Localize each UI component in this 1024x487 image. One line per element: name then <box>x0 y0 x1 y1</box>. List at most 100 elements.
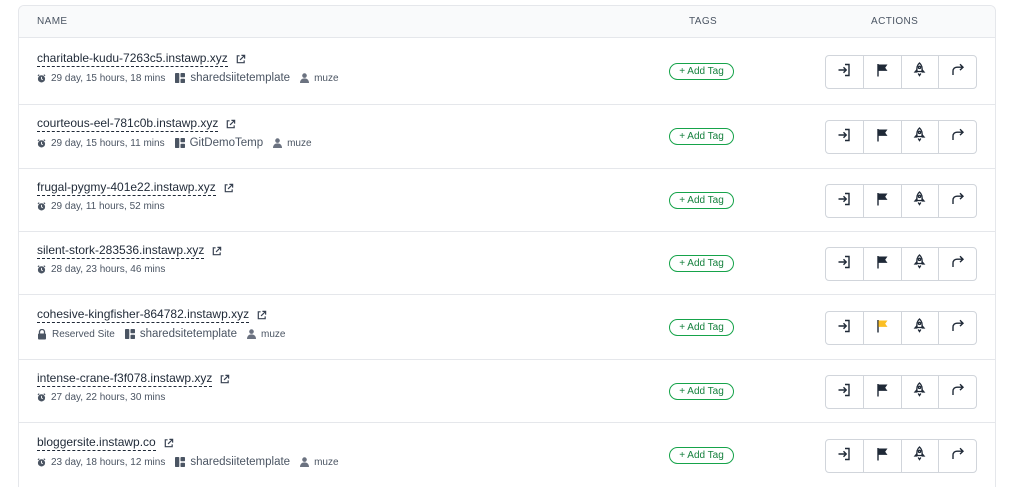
external-link-icon[interactable] <box>235 54 246 65</box>
flag-button[interactable] <box>864 248 902 280</box>
user-icon <box>273 138 283 148</box>
share-button[interactable] <box>939 312 976 344</box>
rocket-icon <box>913 254 926 274</box>
template-icon <box>175 457 186 467</box>
rocket-icon <box>913 382 926 402</box>
user-icon <box>246 329 256 339</box>
share-icon <box>951 63 965 81</box>
add-tag-button[interactable]: + Add Tag <box>669 128 734 145</box>
site-link[interactable]: intense-crane-f3f078.instawp.xyz <box>37 371 213 387</box>
deploy-button[interactable] <box>902 121 940 153</box>
external-link-icon[interactable] <box>225 119 236 130</box>
flag-button[interactable] <box>864 121 902 153</box>
sites-table: NAME TAGS ACTIONS charitable-kudu-7263c5… <box>18 5 996 487</box>
external-link-icon[interactable] <box>219 374 230 385</box>
clock-icon <box>37 265 46 274</box>
flag-button[interactable] <box>864 312 902 344</box>
expiry-time: 23 day, 18 hours, 12 mins <box>51 456 166 468</box>
share-button[interactable] <box>939 121 976 153</box>
action-group <box>825 439 977 473</box>
user-icon <box>300 73 310 83</box>
rocket-icon <box>913 446 926 466</box>
add-tag-button[interactable]: + Add Tag <box>669 319 734 336</box>
add-tag-button[interactable]: + Add Tag <box>669 192 734 209</box>
action-group <box>825 311 977 345</box>
template-name: sharedsiitetemplate <box>190 72 291 84</box>
share-button[interactable] <box>939 440 976 472</box>
add-tag-button[interactable]: + Add Tag <box>669 63 734 80</box>
login-button[interactable] <box>826 121 864 153</box>
add-tag-button[interactable]: + Add Tag <box>669 255 734 272</box>
flag-button[interactable] <box>864 376 902 408</box>
share-button[interactable] <box>939 185 976 217</box>
site-link[interactable]: cohesive-kingfisher-864782.instawp.xyz <box>37 307 250 323</box>
expiry-time: 29 day, 11 hours, 52 mins <box>51 201 165 212</box>
share-icon <box>951 447 965 465</box>
login-button[interactable] <box>826 376 864 408</box>
table-row: intense-crane-f3f078.instawp.xyz 27 day, … <box>19 360 995 423</box>
share-icon <box>951 319 965 337</box>
action-group <box>825 184 977 218</box>
external-link-icon[interactable] <box>211 246 222 257</box>
flag-button[interactable] <box>864 56 902 88</box>
header-actions: ACTIONS <box>871 16 919 27</box>
login-button[interactable] <box>826 56 864 88</box>
flag-button[interactable] <box>864 440 902 472</box>
login-icon <box>837 192 851 211</box>
rocket-icon <box>913 191 926 211</box>
login-button[interactable] <box>826 440 864 472</box>
table-row: cohesive-kingfisher-864782.instawp.xyz Re… <box>19 295 995 360</box>
external-link-icon[interactable] <box>163 438 174 449</box>
external-link-icon[interactable] <box>223 183 234 194</box>
deploy-button[interactable] <box>902 376 940 408</box>
clock-icon <box>37 202 46 211</box>
clock-icon <box>37 138 46 148</box>
share-button[interactable] <box>939 56 976 88</box>
site-link[interactable]: bloggersite.instawp.co <box>37 435 156 451</box>
login-icon <box>837 63 851 82</box>
site-link[interactable]: frugal-pygmy-401e22.instawp.xyz <box>37 180 216 196</box>
share-icon <box>951 192 965 210</box>
deploy-button[interactable] <box>902 185 940 217</box>
login-button[interactable] <box>826 312 864 344</box>
share-icon <box>951 255 965 273</box>
user-name: muze <box>314 456 339 468</box>
action-group <box>825 55 977 89</box>
deploy-button[interactable] <box>902 56 940 88</box>
rocket-icon <box>913 62 926 82</box>
template-icon <box>124 329 135 339</box>
flag-button[interactable] <box>864 185 902 217</box>
action-group <box>825 247 977 281</box>
deploy-button[interactable] <box>902 312 940 344</box>
deploy-button[interactable] <box>902 248 940 280</box>
expiry-time: 29 day, 15 hours, 18 mins <box>51 72 166 84</box>
deploy-button[interactable] <box>902 440 940 472</box>
login-button[interactable] <box>826 248 864 280</box>
template-name: sharedsitetemplate <box>139 328 237 340</box>
share-button[interactable] <box>939 248 976 280</box>
template-icon <box>174 138 185 148</box>
expiry-time: 27 day, 22 hours, 30 mins <box>51 392 166 403</box>
site-link[interactable]: courteous-eel-781c0b.instawp.xyz <box>37 116 219 132</box>
flag-icon <box>876 383 889 402</box>
header-tags: TAGS <box>689 16 718 27</box>
site-link[interactable]: silent-stork-283536.instawp.xyz <box>37 243 205 259</box>
site-meta: 28 day, 23 hours, 46 mins <box>37 264 175 275</box>
share-button[interactable] <box>939 376 976 408</box>
login-icon <box>837 255 851 274</box>
add-tag-button[interactable]: + Add Tag <box>669 383 734 400</box>
template-icon <box>175 73 186 83</box>
flag-icon <box>876 63 889 82</box>
action-group <box>825 375 977 409</box>
header-name: NAME <box>37 16 68 27</box>
table-row: bloggersite.instawp.co 23 day, 18 hours, … <box>19 423 995 487</box>
user-name: muze <box>287 137 312 149</box>
login-button[interactable] <box>826 185 864 217</box>
login-icon <box>837 447 851 466</box>
add-tag-button[interactable]: + Add Tag <box>669 447 734 464</box>
external-link-icon[interactable] <box>256 310 267 321</box>
rocket-icon <box>913 318 926 338</box>
site-link[interactable]: charitable-kudu-7263c5.instawp.xyz <box>37 51 228 67</box>
clock-icon <box>37 73 46 83</box>
expiry-time: 29 day, 15 hours, 11 mins <box>51 137 165 149</box>
